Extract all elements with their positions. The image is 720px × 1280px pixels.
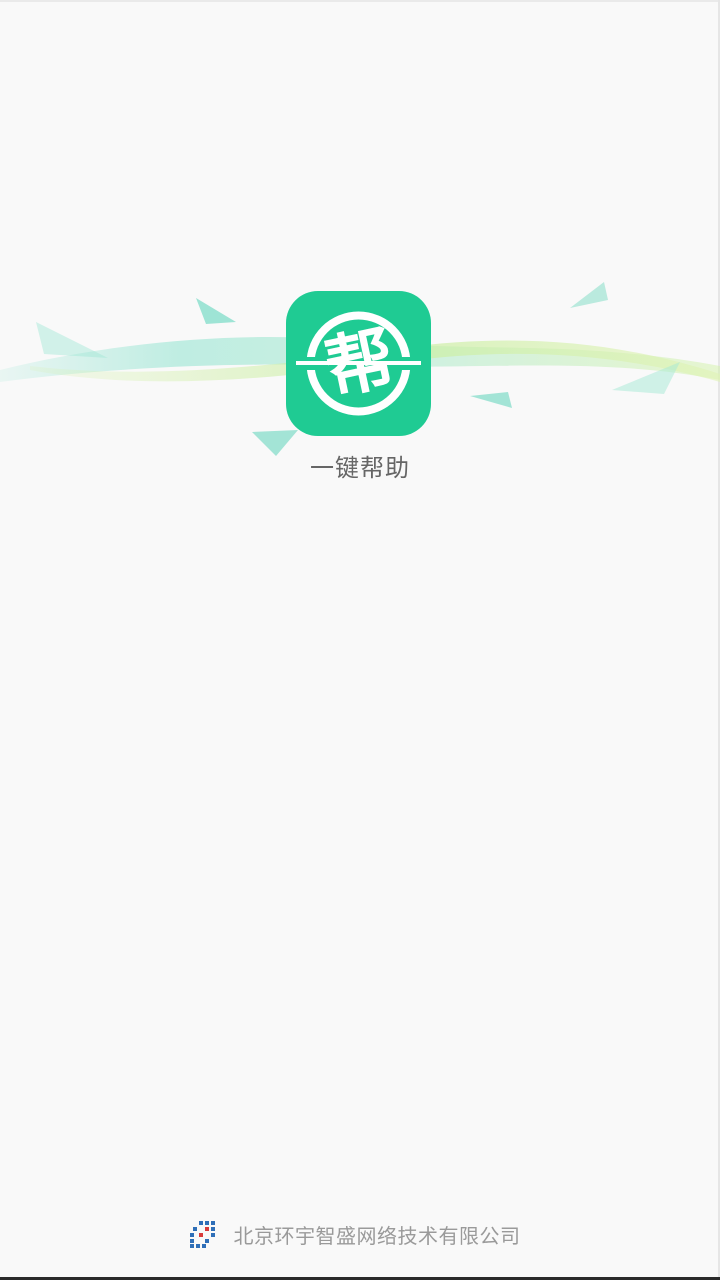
bang-help-app-icon: 帮 (286, 291, 431, 436)
shard (36, 322, 108, 358)
company-name: 北京环宇智盛网络技术有限公司 (233, 1223, 521, 1248)
company-logo-icon (189, 1221, 215, 1248)
splash-screen: 帮 一键帮助 北京环宇智盛网络技术有限公司 (0, 0, 720, 1280)
shard (196, 298, 236, 324)
shard (470, 392, 512, 408)
footer: 北京环宇智盛网络技术有限公司 (0, 1214, 720, 1254)
shard (570, 282, 608, 308)
status-divider (0, 0, 720, 2)
app-name: 一键帮助 (310, 454, 410, 482)
